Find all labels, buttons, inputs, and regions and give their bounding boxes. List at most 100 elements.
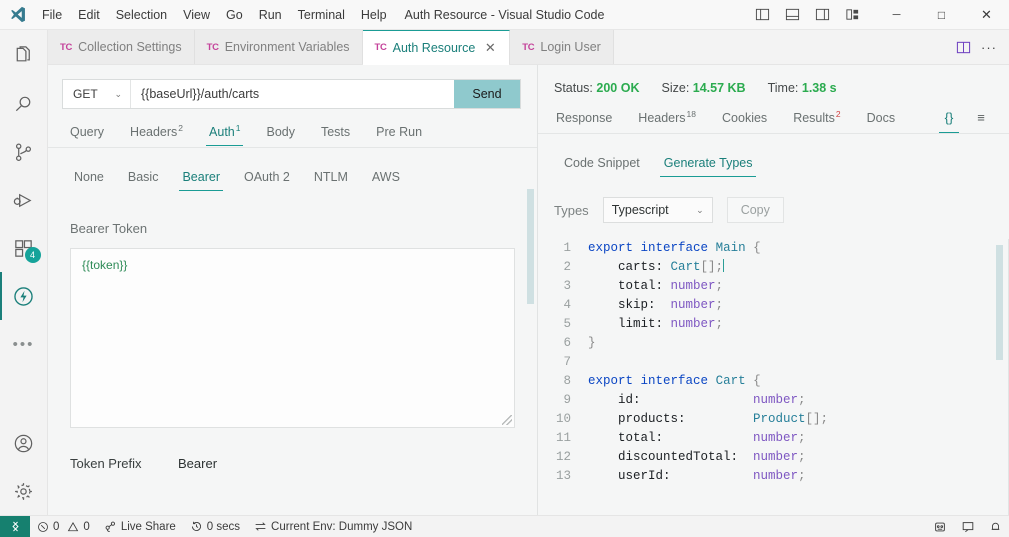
code-token: number [753, 450, 799, 465]
tab-label: Docs [866, 111, 896, 126]
auth-tab-bearer[interactable]: Bearer [170, 166, 232, 192]
auth-tab-aws[interactable]: AWS [360, 166, 412, 191]
tab-tests[interactable]: Tests [308, 121, 363, 146]
code-line: products: Product[]; [588, 410, 1009, 429]
token-prefix-row: Token Prefix Bearer [48, 428, 537, 471]
size-group: Size: 14.57 KB [662, 81, 746, 95]
remote-window-icon[interactable] [0, 515, 30, 537]
status-timer[interactable]: 0 secs [183, 516, 247, 537]
tab-query[interactable]: Query [62, 121, 117, 146]
method-label: GET [73, 87, 98, 101]
status-current-env[interactable]: Current Env: Dummy JSON [247, 516, 419, 537]
split-editor-right-icon[interactable] [951, 35, 975, 59]
tab-environment-variables[interactable]: TC Environment Variables [194, 30, 363, 64]
tab-generate-types[interactable]: Generate Types [652, 152, 765, 178]
code-token: products: [588, 412, 754, 427]
status-feedback[interactable] [954, 516, 982, 537]
customize-layout-icon[interactable] [838, 2, 866, 28]
types-toolbar: Types Typescript ⌄ Copy [538, 177, 1009, 224]
generate-code-icon[interactable]: {} [935, 105, 963, 134]
sidebar-item-extensions[interactable]: 4 [0, 224, 48, 272]
tab-count: 1 [235, 123, 241, 133]
tab-pre-run[interactable]: Pre Run [363, 121, 435, 146]
tab-cookies[interactable]: Cookies [709, 107, 780, 132]
toggle-primary-sidebar-icon[interactable] [748, 2, 776, 28]
request-panel-scrollbar[interactable] [527, 189, 534, 304]
tab-label: Auth Resource [392, 40, 476, 55]
tab-response[interactable]: Response [548, 107, 625, 132]
status-live-share[interactable]: Live Share [97, 516, 183, 537]
http-method-select[interactable]: GET ⌄ [63, 80, 131, 108]
sidebar-item-explorer[interactable] [0, 32, 48, 80]
code-line: discountedTotal: number; [588, 448, 1009, 467]
sidebar-item-more-views[interactable]: ••• [0, 320, 48, 368]
live-share-icon [104, 520, 117, 533]
toggle-panel-icon[interactable] [778, 2, 806, 28]
code-line: export interface Main { [588, 239, 1009, 258]
code-table: 1 2 3 4 5 6 7 8 9 10 11 12 13 export interface Main … [538, 239, 1009, 486]
run-debug-icon [12, 189, 35, 212]
sidebar-item-run-and-debug[interactable] [0, 176, 48, 224]
send-button[interactable]: Send [454, 80, 520, 108]
sidebar-item-search[interactable] [0, 80, 48, 128]
sidebar-item-source-control[interactable] [0, 128, 48, 176]
tab-count: 2 [178, 123, 184, 133]
menu-selection[interactable]: Selection [108, 4, 175, 26]
code-token: ; [798, 431, 806, 446]
tab-code-snippet[interactable]: Code Snippet [552, 152, 652, 177]
tab-collection-settings[interactable]: TC Collection Settings [48, 30, 195, 64]
tab-docs[interactable]: Docs [854, 107, 908, 132]
sidebar-item-settings[interactable] [0, 467, 48, 515]
minimize-button[interactable]: ─ [874, 0, 919, 30]
auth-tab-none[interactable]: None [62, 166, 116, 191]
status-problems[interactable]: 0 0 [30, 516, 97, 537]
sidebar-item-accounts[interactable] [0, 419, 48, 467]
menu-terminal[interactable]: Terminal [290, 4, 353, 26]
request-url-row: GET ⌄ Send [48, 65, 537, 109]
status-accessibility[interactable] [926, 516, 954, 537]
tab-results[interactable]: Results2 [780, 105, 853, 132]
code-token: userId: [588, 469, 754, 484]
sidebar-item-thunder-client[interactable] [0, 272, 48, 320]
tab-label: Response [556, 111, 613, 126]
tab-auth-resource[interactable]: TC Auth Resource ✕ [362, 30, 511, 65]
auth-tab-oauth2[interactable]: OAuth 2 [232, 166, 302, 191]
status-notifications[interactable] [982, 516, 1009, 537]
format-lines-icon[interactable]: ≡ [967, 105, 995, 129]
auth-tab-basic[interactable]: Basic [116, 166, 171, 191]
toggle-secondary-sidebar-icon[interactable] [808, 2, 836, 28]
code-token: ; [715, 317, 724, 332]
tab-body[interactable]: Body [253, 121, 308, 146]
resize-handle-icon[interactable] [502, 415, 512, 426]
menu-go[interactable]: Go [218, 4, 251, 26]
request-url-input[interactable] [131, 80, 454, 108]
maximize-button[interactable]: □ [919, 0, 964, 30]
code-editor-scrollbar[interactable] [996, 245, 1003, 361]
line-number: 2 [563, 260, 571, 275]
menu-run[interactable]: Run [251, 4, 290, 26]
tab-label: Auth [209, 125, 235, 140]
token-prefix-value[interactable]: Bearer [178, 456, 217, 471]
close-button[interactable]: ✕ [964, 0, 1009, 30]
code-token: limit: [588, 317, 671, 332]
menu-help[interactable]: Help [353, 4, 395, 26]
more-actions-icon[interactable]: ··· [977, 35, 1001, 59]
menu-view[interactable]: View [175, 4, 218, 26]
close-icon[interactable]: ✕ [483, 41, 497, 54]
generated-code-editor[interactable]: 1 2 3 4 5 6 7 8 9 10 11 12 13 export interface Main … [538, 239, 1009, 515]
tab-login-user[interactable]: TC Login User [510, 30, 614, 64]
tab-response-headers[interactable]: Headers18 [625, 105, 709, 132]
bearer-token-value: {{token}} [82, 258, 128, 273]
code-line: userId: number; [588, 467, 1009, 486]
menu-edit[interactable]: Edit [70, 4, 108, 26]
auth-tab-ntlm[interactable]: NTLM [302, 166, 360, 191]
copy-button[interactable]: Copy [726, 197, 784, 224]
bearer-token-textarea[interactable]: {{token}} [70, 248, 515, 429]
tab-headers[interactable]: Headers2 [117, 119, 196, 146]
url-input-wrapper: GET ⌄ Send [62, 79, 521, 109]
tab-auth[interactable]: Auth1 [196, 119, 253, 147]
menu-file[interactable]: File [34, 4, 70, 26]
code-content[interactable]: export interface Main { carts: Cart[]; t… [580, 239, 1009, 486]
types-language-select[interactable]: Typescript ⌄ [602, 197, 713, 224]
